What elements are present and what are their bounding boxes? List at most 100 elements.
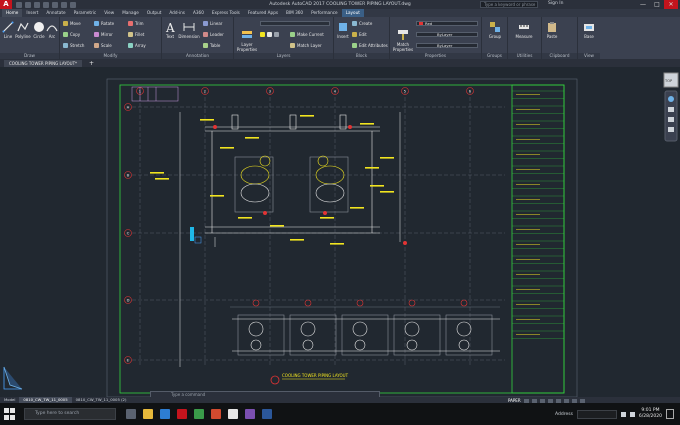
tab-performance[interactable]: Performance: [307, 9, 342, 17]
minimize-button[interactable]: —: [636, 0, 650, 9]
lock-icon[interactable]: [274, 32, 279, 37]
sun-icon[interactable]: [267, 32, 272, 37]
workspace-gear-icon[interactable]: [571, 398, 577, 403]
table-tool[interactable]: Table: [203, 43, 220, 48]
edit-block-tool[interactable]: Edit: [352, 32, 367, 37]
open-icon[interactable]: [25, 1, 31, 8]
linetype-dropdown[interactable]: ByLayer: [416, 32, 478, 37]
group-tool[interactable]: Group: [486, 21, 504, 39]
quick-access-toolbar: [16, 1, 76, 8]
sign-in-link[interactable]: Sign In: [548, 1, 563, 6]
tab-add-ins[interactable]: Add-ins: [165, 9, 189, 17]
osnap-icon[interactable]: [555, 398, 561, 403]
dimension-tool[interactable]: Dimension: [178, 21, 200, 39]
autocad-taskbar-icon[interactable]: [177, 409, 187, 419]
new-tab-button[interactable]: +: [84, 60, 99, 67]
network-icon[interactable]: [620, 411, 626, 417]
customize-menu-icon[interactable]: [579, 398, 585, 403]
create-block-tool[interactable]: Create: [352, 21, 372, 26]
powerpoint-icon[interactable]: [211, 409, 221, 419]
color-value: Red: [425, 21, 433, 26]
group-icon: [490, 22, 500, 32]
tab-parametric[interactable]: Parametric: [70, 9, 101, 17]
arc-tool[interactable]: Arc: [46, 21, 58, 39]
ortho-icon[interactable]: [539, 398, 545, 403]
annotation-scale-icon[interactable]: [563, 398, 569, 403]
trim-label: Trim: [135, 21, 144, 26]
color-dropdown[interactable]: Red: [416, 21, 478, 26]
tab-insert[interactable]: Insert: [22, 9, 42, 17]
match-properties-tool[interactable]: Match Properties: [392, 29, 414, 52]
new-icon[interactable]: [16, 1, 22, 8]
tab-bim-360[interactable]: BIM 360: [282, 9, 307, 17]
linear-tool[interactable]: Linear: [203, 21, 222, 26]
word-icon[interactable]: [262, 409, 272, 419]
edge-browser-icon[interactable]: [160, 409, 170, 419]
close-button[interactable]: ✕: [664, 0, 678, 9]
pump-train: [230, 299, 500, 356]
grid-icon[interactable]: [531, 398, 537, 403]
make-current-tool[interactable]: Make Current: [290, 32, 324, 37]
redo-icon[interactable]: [70, 1, 76, 8]
layer-dropdown[interactable]: [260, 21, 330, 26]
excel-icon[interactable]: [194, 409, 204, 419]
snap-icon[interactable]: [523, 398, 529, 403]
tab-featured-apps[interactable]: Featured Apps: [244, 9, 282, 17]
mirror-tool[interactable]: Mirror: [94, 32, 113, 37]
layer-properties-tool[interactable]: Layer Properties: [236, 29, 258, 52]
polyline-tool[interactable]: Polyline: [15, 21, 31, 39]
text-tool[interactable]: A Text: [164, 21, 176, 39]
lineweight-dropdown[interactable]: ByLayer: [416, 43, 478, 48]
window-controls: — □ ✕: [636, 0, 678, 9]
help-search-input[interactable]: Type a keyword or phrase: [480, 1, 538, 8]
tab-home[interactable]: Home: [2, 9, 23, 17]
tab-a360[interactable]: A360: [189, 9, 208, 17]
stretch-icon: [63, 43, 68, 48]
tab-annotate[interactable]: Annotate: [42, 9, 69, 17]
clock[interactable]: 9:01 PM 6/28/2020: [639, 408, 662, 420]
print-icon[interactable]: [52, 1, 58, 8]
app-icon[interactable]: [245, 409, 255, 419]
save-as-icon[interactable]: [43, 1, 49, 8]
trim-tool[interactable]: Trim: [128, 21, 144, 26]
scale-tool[interactable]: Scale: [94, 43, 112, 48]
address-input[interactable]: [576, 409, 617, 419]
autocad-logo-icon[interactable]: A: [0, 0, 12, 9]
edit-attributes-tool[interactable]: Edit Attributes: [352, 43, 388, 48]
insert-tool[interactable]: Insert: [336, 21, 350, 39]
polar-icon[interactable]: [547, 398, 553, 403]
lightbulb-icon[interactable]: [260, 32, 265, 37]
circle-tool[interactable]: Circle: [33, 21, 45, 39]
match-layer-tool[interactable]: Match Layer: [290, 43, 322, 48]
maximize-button[interactable]: □: [650, 0, 664, 9]
copy-tool[interactable]: Copy: [63, 32, 80, 37]
lineweight-value: ByLayer: [437, 43, 453, 48]
base-view-tool[interactable]: Base: [581, 21, 597, 39]
file-explorer-icon[interactable]: [143, 409, 153, 419]
tab-layout[interactable]: Layout: [341, 9, 364, 17]
file-tab-cooling-tower[interactable]: COOLING TOWER PIPING LAYOUT*: [4, 60, 83, 67]
tab-manage[interactable]: Manage: [118, 9, 143, 17]
drawing-canvas[interactable]: 123456ABCDE COOLING TOWER PIPING LAYOUT …: [0, 67, 680, 397]
rotate-tool[interactable]: Rotate: [94, 21, 114, 26]
start-button[interactable]: [4, 408, 16, 420]
task-view-icon[interactable]: [126, 409, 136, 419]
file-tab-bar: COOLING TOWER PIPING LAYOUT* +: [0, 59, 680, 67]
paste-tool[interactable]: Paste: [545, 21, 559, 39]
array-tool[interactable]: Array: [128, 43, 146, 48]
stretch-tool[interactable]: Stretch: [63, 43, 84, 48]
chrome-icon[interactable]: [228, 409, 238, 419]
tab-output[interactable]: Output: [143, 9, 166, 17]
measure-tool[interactable]: Measure: [512, 21, 536, 39]
notification-icon[interactable]: [666, 409, 674, 419]
undo-icon[interactable]: [61, 1, 67, 8]
line-tool[interactable]: Line: [2, 21, 14, 39]
tab-view[interactable]: View: [100, 9, 118, 17]
move-tool[interactable]: Move: [63, 21, 81, 26]
save-icon[interactable]: [34, 1, 40, 8]
taskbar-search-input[interactable]: Type here to search: [24, 408, 116, 420]
leader-tool[interactable]: Leader: [203, 32, 224, 37]
fillet-tool[interactable]: Fillet: [128, 32, 144, 37]
volume-icon[interactable]: [629, 411, 635, 417]
tab-express-tools[interactable]: Express Tools: [208, 9, 244, 17]
